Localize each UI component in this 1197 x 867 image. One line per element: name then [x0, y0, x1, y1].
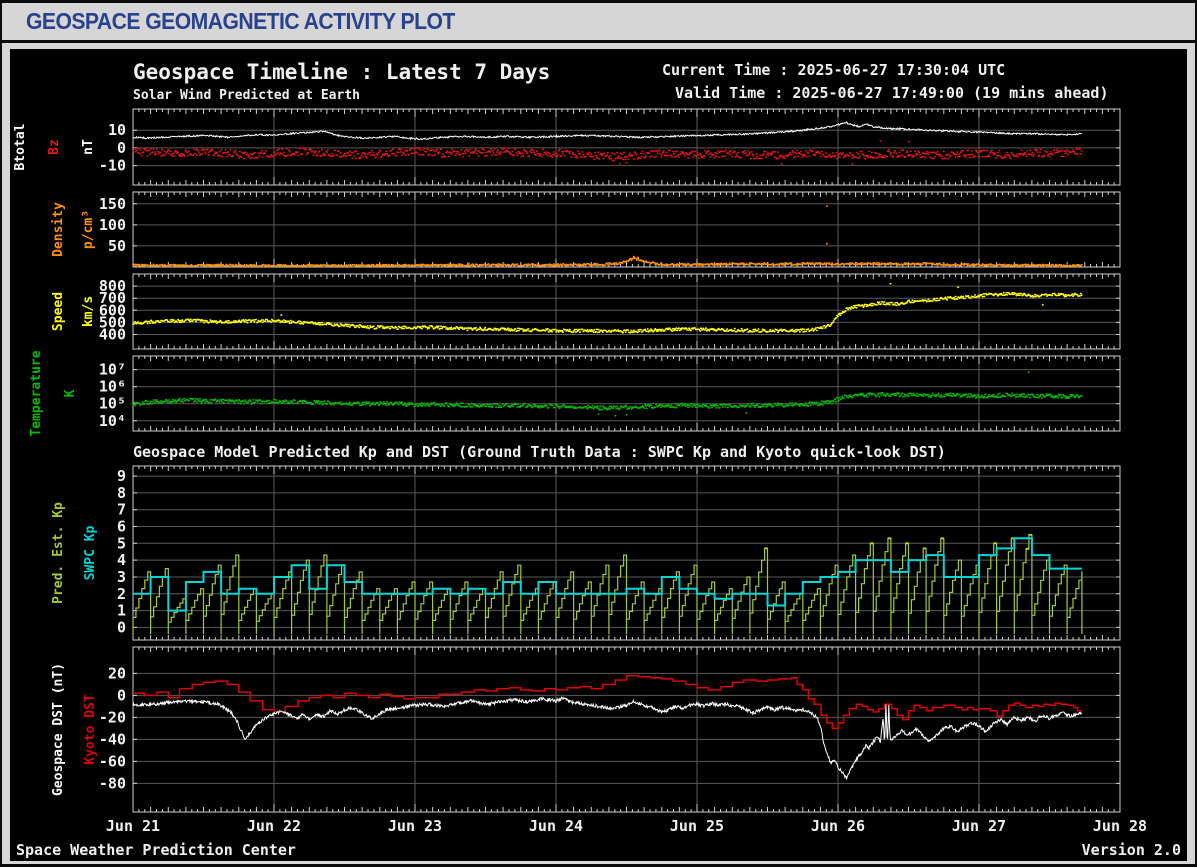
header-divider: [2, 40, 1195, 43]
footer-right: Version 2.0: [1082, 841, 1181, 859]
y-tick-label-kp: 4: [117, 551, 126, 569]
y-tick-label-dst: 0: [117, 686, 126, 704]
y-tick-label-kp: 3: [117, 568, 126, 586]
y-tick-label-temperature: 10⁵: [99, 395, 126, 413]
y-tick-label-density: 150: [99, 195, 126, 213]
panel-kp: 9876543210 Pred. Est. Kp SWPC Kp: [51, 465, 1121, 641]
y-tick-label-density: 100: [99, 216, 126, 234]
y-tick-label-dst: -40: [99, 730, 126, 748]
panel-temperature: 10⁷10⁶10⁵10⁴ Temperature K: [29, 350, 1121, 437]
series-density: [132, 205, 1083, 267]
y-tick-label-dst: -60: [99, 752, 126, 770]
y-tick-label-kp: 7: [117, 501, 126, 519]
y-tick-label-imf: 0: [117, 139, 126, 157]
series-temperature: [132, 371, 1083, 417]
y-tick-label-temperature: 10⁴: [99, 412, 126, 430]
x-tick-label: Jun 26: [811, 817, 865, 835]
series-kyoto-dst: [133, 674, 1082, 730]
y-tick-label-kp: 9: [117, 467, 126, 485]
current-time: Current Time : 2025-06-27 17:30:04 UTC: [662, 61, 1005, 79]
geospace-activity-chart: Geospace Timeline : Latest 7 Days Current…: [10, 49, 1187, 861]
y-tick-label-kp: 1: [117, 602, 126, 620]
panel-density: 150 100 50 Density p/cm³: [51, 191, 1121, 268]
y-tick-label-kp: 0: [117, 618, 126, 636]
series-btotal: [132, 121, 1082, 141]
axis-label-speed: Speed: [51, 292, 66, 331]
axis-label-btotal: Btotal: [13, 124, 28, 171]
plot-area: Geospace Timeline : Latest 7 Days Current…: [10, 49, 1187, 861]
x-tick-label: Jun 23: [388, 817, 442, 835]
series-bz: [132, 140, 1083, 165]
axis-label-kyoto-dst: Kyoto DST: [83, 694, 98, 765]
plot-title: Geospace Timeline : Latest 7 Days: [133, 60, 550, 84]
page-title: GEOSPACE GEOMAGNETIC ACTIVITY PLOT: [26, 8, 455, 34]
series-pred-est-kp-high: [764, 534, 1032, 550]
axis-label-swpc-kp: SWPC Kp: [83, 525, 98, 580]
valid-time: Valid Time : 2025-06-27 17:49:00 (19 min…: [675, 84, 1108, 102]
axis-label-bz: Bz: [47, 139, 62, 155]
series-pred-est-kp: [132, 534, 1083, 635]
y-tick-label-imf: 10: [108, 121, 126, 139]
axis-label-p-cm-: p/cm³: [81, 210, 96, 249]
plot-subtitle: Solar Wind Predicted at Earth: [133, 88, 360, 103]
y-tick-label-dst: -80: [99, 774, 126, 792]
x-tick-label: Jun 27: [952, 817, 1006, 835]
axis-label-k: K: [63, 389, 78, 397]
footer-left: Space Weather Prediction Center: [16, 841, 296, 859]
axis-label-nt: nT: [81, 139, 96, 155]
x-tick-label: Jun 25: [670, 817, 724, 835]
axis-label-pred-est-kp: Pred. Est. Kp: [51, 502, 66, 604]
kp-dst-section-title: Geospace Model Predicted Kp and DST (Gro…: [133, 443, 946, 461]
y-tick-label-imf: -10: [99, 157, 126, 175]
axis-label-temperature: Temperature: [29, 350, 44, 436]
series-geospace-dst: [132, 696, 1083, 780]
y-tick-label-kp: 2: [117, 585, 126, 603]
y-tick-label-dst: -20: [99, 708, 126, 726]
x-tick-label: Jun 24: [529, 817, 583, 835]
panel-dst: 20 0 -20 -40 -60 -80 Geospace DST (nT) Kyoto DS…: [51, 646, 1121, 813]
y-tick-label-density: 50: [108, 237, 126, 255]
x-tick-label: Jun 22: [247, 817, 301, 835]
series-speed: [132, 282, 1083, 334]
y-tick-label-kp: 6: [117, 518, 126, 536]
y-tick-label-dst: 20: [108, 664, 126, 682]
axis-label-density: Density: [51, 202, 66, 257]
y-tick-label-kp: 8: [117, 484, 126, 502]
y-tick-label-temperature: 10⁷: [99, 361, 126, 379]
page: GEOSPACE GEOMAGNETIC ACTIVITY PLOT Geosp…: [0, 0, 1197, 867]
axis-label-km-s: km/s: [81, 296, 96, 327]
series-swpc-kp: [133, 537, 1082, 612]
y-tick-label-speed: 400: [99, 325, 126, 343]
panel-imf: 100-10 Btotal Bz nT: [13, 108, 1121, 186]
panel-speed: 800700600500400Speed km/s: [51, 273, 1121, 350]
x-tick-label: Jun 21: [106, 817, 160, 835]
x-tick-label: Jun 28: [1093, 817, 1147, 835]
y-tick-label-kp: 5: [117, 534, 126, 552]
axis-label-geospace-dst-nt-: Geospace DST (nT): [51, 663, 66, 796]
y-tick-label-temperature: 10⁶: [99, 378, 126, 396]
header-bar: GEOSPACE GEOMAGNETIC ACTIVITY PLOT: [2, 3, 1195, 40]
